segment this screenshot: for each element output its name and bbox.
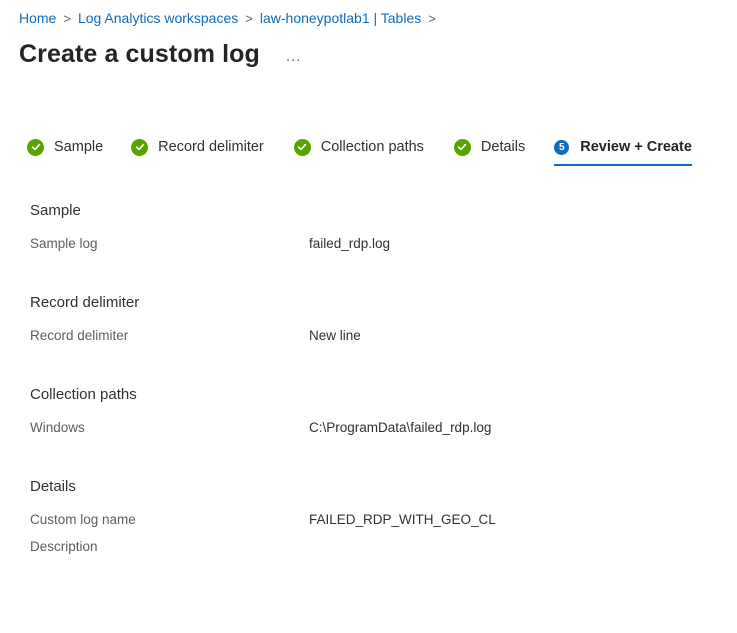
breadcrumb-separator-icon: > [63,10,71,26]
custom-log-name-value: FAILED_RDP_WITH_GEO_CL [309,512,496,527]
record-delimiter-value: New line [309,328,361,343]
breadcrumb-separator-icon: > [428,10,436,26]
description-label: Description [30,539,98,554]
section-heading-record-delimiter: Record delimiter [30,294,140,311]
tab-label: Sample [54,139,104,155]
breadcrumb-home[interactable]: Home [19,10,56,26]
record-delimiter-label: Record delimiter [30,328,129,343]
page-title: Create a custom log [19,40,260,68]
tab-label: Record delimiter [158,139,264,155]
checkmark-circle-icon [27,138,44,156]
section-heading-sample: Sample [30,202,81,219]
section-heading-collection-paths: Collection paths [30,386,137,403]
tab-collection-paths[interactable]: Collection paths [293,134,424,160]
windows-path-label: Windows [30,420,85,435]
create-custom-log-page: Home > Log Analytics workspaces > law-ho… [0,0,737,633]
tab-review-create[interactable]: 5 Review + Create [554,134,692,166]
sample-log-value: failed_rdp.log [309,236,391,251]
custom-log-name-label: Custom log name [30,512,136,527]
more-options-button[interactable]: ... [286,48,302,65]
step-number-badge: 5 [554,139,570,155]
tab-label: Details [480,139,526,155]
tab-sample[interactable]: Sample [27,134,103,160]
tab-details[interactable]: Details [453,134,526,160]
section-heading-details: Details [30,478,76,495]
checkmark-circle-icon [453,138,471,156]
tab-label: Collection paths [320,139,424,155]
sample-log-label: Sample log [30,236,98,251]
title-row: Create a custom log ... [19,40,301,69]
tab-record-delimiter[interactable]: Record delimiter [131,134,264,160]
wizard-tabs: Sample Record delimiter Collection paths… [27,134,692,166]
tab-label: Review + Create [580,139,692,155]
windows-path-value: C:\ProgramData\failed_rdp.log [309,420,492,435]
breadcrumb-separator-icon: > [245,10,253,26]
breadcrumb-workspace-tables[interactable]: law-honeypotlab1 | Tables [260,10,421,26]
breadcrumb: Home > Log Analytics workspaces > law-ho… [19,10,443,26]
checkmark-circle-icon [131,138,149,156]
checkmark-circle-icon [293,138,311,156]
breadcrumb-log-analytics-workspaces[interactable]: Log Analytics workspaces [78,10,238,26]
